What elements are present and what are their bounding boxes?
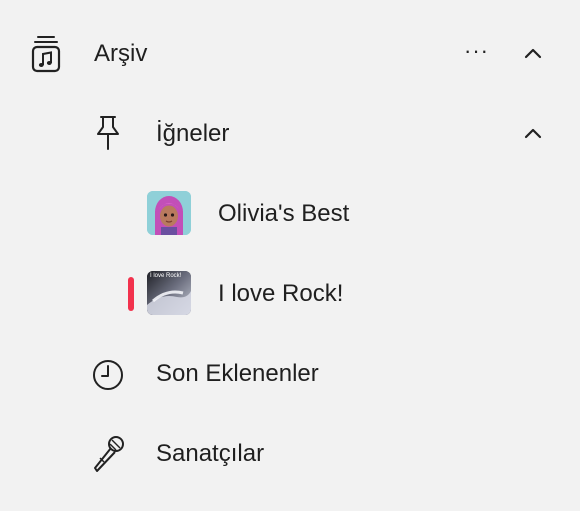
library-title: Arşiv (94, 40, 148, 67)
artists-label: Sanatçılar (156, 440, 265, 467)
pinned-item[interactable]: Olivia's Best (0, 188, 580, 240)
pin-icon (94, 114, 122, 154)
clock-icon (91, 358, 125, 392)
pinned-item-label: Olivia's Best (218, 200, 350, 227)
rock-playlist-artwork: I love Rock! (147, 271, 191, 315)
chevron-up-icon[interactable] (522, 123, 544, 145)
pins-row[interactable]: İğneler (0, 108, 580, 160)
library-row[interactable]: Arşiv ··· (0, 28, 580, 80)
sidebar-item-recently-added[interactable]: Son Eklenenler (0, 348, 580, 400)
microphone-icon (90, 434, 126, 474)
now-playing-indicator (128, 277, 134, 311)
recently-added-label: Son Eklenenler (156, 360, 319, 387)
pins-title: İğneler (156, 120, 230, 147)
music-library-icon (30, 34, 62, 74)
avatar-artwork (147, 191, 191, 235)
chevron-up-icon[interactable] (522, 43, 544, 65)
more-options-button[interactable]: ··· (464, 38, 489, 64)
artwork-caption: I love Rock! (150, 273, 182, 279)
pinned-item-label: I love Rock! (218, 280, 344, 307)
pinned-item[interactable]: I love Rock! I love Rock! (0, 268, 580, 320)
sidebar-item-artists[interactable]: Sanatçılar (0, 428, 580, 480)
